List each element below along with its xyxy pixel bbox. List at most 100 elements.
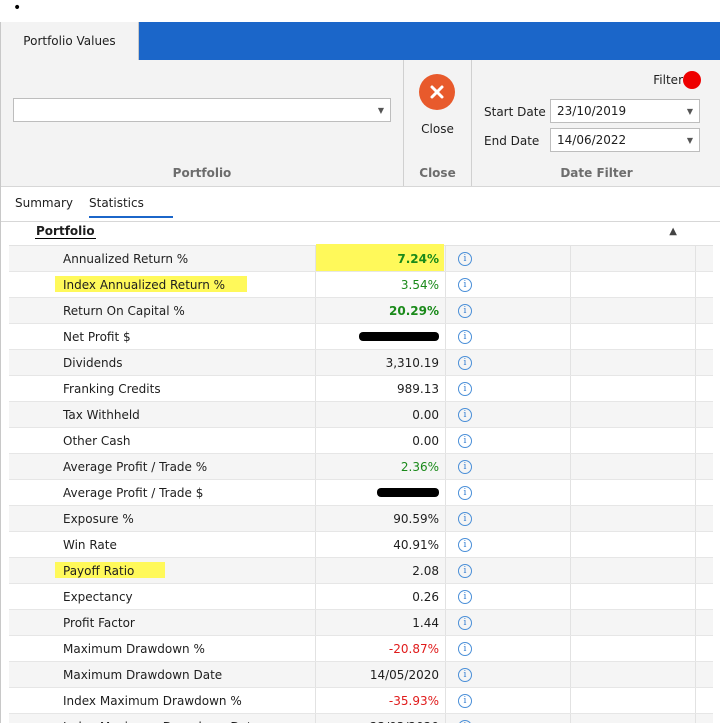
info-cell: i	[446, 454, 571, 479]
stat-name-cell: Profit Factor	[35, 610, 316, 635]
stat-value: 1.44	[412, 615, 439, 630]
table-row[interactable]: Win Rate 40.91% i	[9, 532, 713, 558]
chevron-down-icon[interactable]: ▼	[372, 106, 390, 115]
grid-group-header[interactable]: Portfolio ▲	[9, 221, 713, 246]
empty-cell	[571, 714, 696, 723]
view-tabs: Summary Statistics	[1, 187, 720, 222]
info-cell: i	[446, 506, 571, 531]
stat-value: 0.26	[412, 589, 439, 604]
stat-name-cell: Dividends	[35, 350, 316, 375]
chevron-down-icon[interactable]: ▼	[681, 136, 699, 145]
stat-name: Average Profit / Trade %	[63, 459, 208, 474]
info-cell: i	[446, 480, 571, 505]
info-icon[interactable]: i	[458, 563, 472, 578]
tab-portfolio-values[interactable]: Portfolio Values	[1, 22, 139, 60]
info-cell: i	[446, 610, 571, 635]
info-icon[interactable]: i	[458, 667, 472, 682]
table-row[interactable]: Annualized Return % 7.24% i	[9, 244, 713, 272]
stat-name-cell: Net Profit $	[35, 324, 316, 349]
table-row[interactable]: Other Cash 0.00 i	[9, 428, 713, 454]
empty-cell	[571, 532, 696, 557]
info-icon[interactable]: i	[458, 303, 472, 318]
bullet-dot: •	[13, 0, 22, 16]
table-row[interactable]: Tax Withheld 0.00 i	[9, 402, 713, 428]
empty-cell	[571, 688, 696, 713]
stat-name: Maximum Drawdown %	[63, 641, 205, 656]
info-icon[interactable]: i	[458, 381, 472, 396]
table-row[interactable]: Index Maximum Drawdown % -35.93% i	[9, 688, 713, 714]
table-row[interactable]: Average Profit / Trade $ i	[9, 480, 713, 506]
empty-cell	[571, 662, 696, 687]
table-row[interactable]: Exposure % 90.59% i	[9, 506, 713, 532]
info-icon[interactable]: i	[458, 407, 472, 422]
table-row[interactable]: Average Profit / Trade % 2.36% i	[9, 454, 713, 480]
stat-value: 3.54%	[400, 277, 439, 292]
stat-value: 90.59%	[393, 511, 439, 526]
stat-name: Return On Capital %	[63, 303, 185, 318]
ribbon-tab-bar: Portfolio Values	[1, 22, 720, 60]
table-row[interactable]: Dividends 3,310.19 i	[9, 350, 713, 376]
info-icon[interactable]: i	[458, 615, 472, 630]
empty-cell	[571, 272, 696, 297]
info-icon[interactable]: i	[458, 641, 472, 656]
stat-value-cell: -20.87%	[316, 636, 446, 661]
app-window: Portfolio Values ▼ Portfolio Close Close…	[0, 22, 720, 723]
chevron-down-icon[interactable]: ▼	[681, 107, 699, 116]
empty-cell	[571, 454, 696, 479]
table-row[interactable]: Index Maximum Drawdown Date 23/03/2020 i	[9, 714, 713, 723]
end-date-value: 14/06/2022	[557, 133, 627, 147]
info-icon[interactable]: i	[458, 329, 472, 344]
table-row[interactable]: Return On Capital % 20.29% i	[9, 298, 713, 324]
info-icon[interactable]: i	[458, 589, 472, 604]
stat-name-cell: Return On Capital %	[35, 298, 316, 323]
info-icon[interactable]: i	[458, 277, 472, 292]
statistics-grid: Portfolio ▲ Annualized Return % 7.24% i Ind…	[9, 221, 713, 723]
empty-cell	[571, 480, 696, 505]
info-icon[interactable]: i	[458, 511, 472, 526]
stat-value: 23/03/2020	[370, 720, 439, 723]
stat-name-cell: Maximum Drawdown Date	[35, 662, 316, 687]
stat-value-cell	[316, 324, 446, 349]
end-date-label: End Date	[484, 134, 540, 148]
empty-cell	[571, 402, 696, 427]
info-icon[interactable]: i	[458, 433, 472, 448]
info-icon[interactable]: i	[458, 719, 472, 723]
portfolio-select[interactable]: ▼	[13, 98, 391, 122]
close-circle-icon[interactable]	[419, 74, 455, 110]
tab-statistics[interactable]: Statistics	[89, 196, 144, 210]
stat-name-cell: Payoff Ratio	[35, 558, 316, 583]
info-icon[interactable]: i	[458, 251, 472, 266]
info-cell: i	[446, 558, 571, 583]
start-date-value: 23/10/2019	[557, 104, 627, 118]
start-date-picker[interactable]: 23/10/2019 ▼	[550, 99, 700, 123]
table-row[interactable]: Net Profit $ i	[9, 324, 713, 350]
table-row[interactable]: Index Annualized Return % 3.54% i	[9, 272, 713, 298]
portfolio-group-caption: Portfolio	[172, 166, 232, 180]
info-icon[interactable]: i	[458, 537, 472, 552]
table-row[interactable]: Maximum Drawdown % -20.87% i	[9, 636, 713, 662]
table-row[interactable]: Maximum Drawdown Date 14/05/2020 i	[9, 662, 713, 688]
stat-value-cell: 20.29%	[316, 298, 446, 323]
table-row[interactable]: Expectancy 0.26 i	[9, 584, 713, 610]
info-cell: i	[446, 532, 571, 557]
info-icon[interactable]: i	[458, 459, 472, 474]
table-row[interactable]: Profit Factor 1.44 i	[9, 610, 713, 636]
info-icon[interactable]: i	[458, 485, 472, 500]
table-row[interactable]: Payoff Ratio 2.08 i	[9, 558, 713, 584]
stat-name-cell: Maximum Drawdown %	[35, 636, 316, 661]
stat-value-cell: 14/05/2020	[316, 662, 446, 687]
stat-name: Tax Withheld	[63, 407, 140, 422]
stat-value-cell: -35.93%	[316, 688, 446, 713]
empty-cell	[571, 246, 696, 271]
stat-name: Index Maximum Drawdown %	[63, 693, 242, 708]
chevron-up-icon[interactable]: ▲	[669, 226, 677, 237]
info-cell: i	[446, 272, 571, 297]
close-button-label[interactable]: Close	[404, 122, 471, 136]
stat-value: 40.91%	[393, 537, 439, 552]
end-date-picker[interactable]: 14/06/2022 ▼	[550, 128, 700, 152]
info-icon[interactable]: i	[458, 693, 472, 708]
info-icon[interactable]: i	[458, 355, 472, 370]
stat-value: 7.24%	[397, 251, 439, 266]
table-row[interactable]: Franking Credits 989.13 i	[9, 376, 713, 402]
tab-summary[interactable]: Summary	[15, 196, 73, 210]
